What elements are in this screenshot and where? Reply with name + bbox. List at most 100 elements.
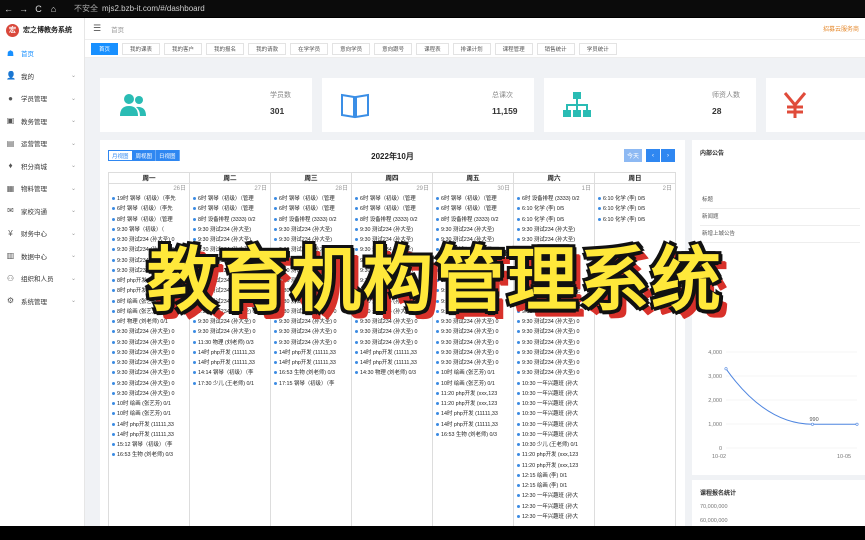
calendar-event[interactable]: 9:30 测试234 (孙大圣) 0 [352,327,432,337]
calendar-event[interactable]: 9:30 测试234 (孙大圣) [190,225,270,235]
sidebar-item[interactable]: ▣ 教务管理 ⌄ [0,110,84,133]
stat-card-lessons[interactable]: 总课次 11,159 [322,78,534,132]
calendar-event[interactable]: 11:30 物理 (刘老师) 0/3 [190,338,270,348]
calendar-event[interactable]: 10:30 少儿 (王老师) 0/1 [514,440,594,450]
calendar-event[interactable]: 9:30 测试234 (孙大圣) [271,225,351,235]
calendar-event[interactable]: 6时 设备排程 (3333) 0/2 [514,194,594,204]
calendar-event[interactable]: 10:30 一年兴趣班 (孙大 [514,420,594,430]
forward-icon[interactable]: → [19,4,28,14]
calendar-event[interactable]: 14时 php开发 (11111,33 [190,348,270,358]
calendar-event[interactable]: 8时 设备排程 (3333) 0/2 [271,215,351,225]
tab[interactable]: 在学学员 [290,42,329,55]
calendar-event[interactable]: 6时 钢琴（初级）（管理 [433,204,513,214]
calendar-event[interactable]: 9:30 测试234 (孙大圣) 0 [433,348,513,358]
calendar-event[interactable]: 10:30 一年兴趣班 (孙大 [514,430,594,440]
calendar-event[interactable]: 6时 钢琴（初级）（管理 [433,194,513,204]
calendar-event[interactable]: 15:12 钢琴（初级）（李 [109,440,189,450]
calendar-event[interactable]: 14时 php开发 (11111,33 [271,348,351,358]
sidebar-item[interactable]: ▥ 数据中心 ⌄ [0,245,84,268]
calendar-event[interactable]: 14时 php开发 (11111,33 [271,358,351,368]
calendar-event[interactable]: 11:20 php开发 (xxx,123 [514,450,594,460]
tab[interactable]: 学员统计 [578,42,617,55]
calendar-event[interactable]: 14时 php开发 (11111,33 [352,358,432,368]
calendar-event[interactable]: 9:30 测试234 (孙大圣) [514,225,594,235]
tab[interactable]: 我的客户 [164,42,203,55]
breadcrumb[interactable]: 首页 [111,24,124,34]
calendar-event[interactable]: 14时 php开发 (11111,33 [352,348,432,358]
calendar-event[interactable]: 12:30 一年兴趣班 (孙大 [514,512,594,522]
calendar-event[interactable]: 12:30 一年兴趣班 (孙大 [514,502,594,512]
calendar-event[interactable]: 16:53 生物 (刘老师) 0/3 [433,430,513,440]
calendar-event[interactable]: 9:30 测试234 (孙大圣) [433,225,513,235]
calendar-event[interactable]: 6:10 化学 (李) 0/5 [514,204,594,214]
calendar-event[interactable]: 9:30 测试234 (孙大圣) 0 [271,327,351,337]
calendar-event[interactable]: 8时 设备排程 (3333) 0/2 [352,215,432,225]
calendar-event[interactable]: 10时 绘画 (张艺芳) 0/1 [109,399,189,409]
tab[interactable]: 意向跟号 [374,42,413,55]
tab[interactable]: 我的请款 [248,42,287,55]
calendar-event[interactable]: 11:20 php开发 (xxx,123 [514,461,594,471]
tab[interactable]: 意向学员 [332,42,371,55]
user-link[interactable]: 招募云服务商 [823,24,859,33]
sidebar-item[interactable]: 👤 我的 ⌄ [0,65,84,88]
calendar-event[interactable]: 9:30 测试234 (孙大圣) 0 [109,368,189,378]
calendar-event[interactable]: 6时 钢琴（初级）（李先 [109,204,189,214]
calendar-event[interactable]: 9:30 测试234 (孙大圣) 0 [514,338,594,348]
tab[interactable]: 首页 [91,42,119,55]
menu-fold-icon[interactable]: ☰ [93,23,101,34]
back-icon[interactable]: ← [4,4,13,14]
calendar-event[interactable]: 9:30 测试234 (孙大圣) 0 [514,368,594,378]
calendar-event[interactable]: 16:53 生物 (刘老师) 0/3 [271,368,351,378]
calendar-event[interactable]: 10:30 一年兴趣班 (孙大 [514,399,594,409]
calendar-event[interactable]: 14:14 钢琴（初级）（李 [190,368,270,378]
tab[interactable]: 我的课表 [122,42,161,55]
calendar-event[interactable]: 8时 设备排程 (3333) 0/2 [433,215,513,225]
calendar-event[interactable]: 9:30 测试234 (孙大圣) 0 [109,379,189,389]
address-bar[interactable]: 不安全 mjs2.bzb-it.com/#/dashboard [74,3,205,14]
next-month-button[interactable]: › [661,149,675,162]
sidebar-item[interactable]: ⚙ 系统管理 ⌄ [0,290,84,313]
sidebar-item[interactable]: ● 学员管理 ⌄ [0,87,84,110]
sidebar-item[interactable]: ⚇ 组织和人员 ⌄ [0,267,84,290]
calendar-event[interactable]: 14时 php开发 (11111,33 [109,420,189,430]
calendar-event[interactable]: 14时 php开发 (11111,33 [433,409,513,419]
calendar-event[interactable]: 8时 设备排程 (3333) 0/2 [190,215,270,225]
prev-month-button[interactable]: ‹ [646,149,660,162]
home-icon[interactable]: ⌂ [49,4,58,14]
calendar-event[interactable]: 11:20 php开发 (xxx,123 [433,399,513,409]
tab[interactable]: 销售统计 [536,42,575,55]
calendar-event[interactable]: 9:30 测试234 (孙大圣) 0 [109,338,189,348]
calendar-event[interactable]: 6时 钢琴（初级）（管理 [352,194,432,204]
calendar-event[interactable]: 6:10 化学 (李) 0/5 [595,204,675,214]
sidebar-item[interactable]: ▦ 物料管理 ⌄ [0,177,84,200]
sidebar-item[interactable]: ✉ 家校沟通 ⌄ [0,200,84,223]
calendar-event[interactable]: 14:30 物理 (刘老师) 0/3 [352,368,432,378]
calendar-event[interactable]: 19时 钢琴（初级）（李先 [109,194,189,204]
stat-card-revenue[interactable] [766,78,865,132]
stat-card-teachers[interactable]: 师资人数 28 [544,78,756,132]
calendar-event[interactable]: 9:30 测试234 (孙大圣) [352,225,432,235]
reload-icon[interactable]: C [34,4,43,14]
calendar-event[interactable]: 11:20 php开发 (xxx,123 [433,389,513,399]
calendar-event[interactable]: 10时 绘画 (张艺芳) 0/1 [433,368,513,378]
calendar-event[interactable]: 10时 绘画 (张艺芳) 0/1 [109,409,189,419]
sidebar-item[interactable]: ♦ 积分商城 ⌄ [0,155,84,178]
calendar-event[interactable]: 10:30 一年兴趣班 (孙大 [514,379,594,389]
calendar-event[interactable]: 6时 钢琴（初级）（管理 [271,204,351,214]
calendar-event[interactable]: 6时 钢琴（初级）（管理 [352,204,432,214]
calendar-event[interactable]: 6时 钢琴（初级）（管理 [271,194,351,204]
calendar-event[interactable]: 9:30 钢琴（初级）（ [109,225,189,235]
calendar-event[interactable]: 9:30 测试234 (孙大圣) 0 [271,338,351,348]
calendar-event[interactable]: 9:30 测试234 (孙大圣) 0 [109,389,189,399]
calendar-event[interactable]: 9:30 测试234 (孙大圣) 0 [514,358,594,368]
calendar-event[interactable]: 12:15 绘画 (李) 0/1 [514,471,594,481]
calendar-event[interactable]: 10时 绘画 (张艺芳) 0/1 [433,379,513,389]
calendar-event[interactable]: 12:30 一年兴趣班 (孙大 [514,491,594,501]
calendar-event[interactable]: 10:30 一年兴趣班 (孙大 [514,409,594,419]
notice-item[interactable]: 新闻题 [700,209,860,226]
calendar-event[interactable]: 12:15 绘画 (李) 0/1 [514,481,594,491]
tab[interactable]: 课程管理 [494,42,533,55]
calendar-event[interactable]: 9:30 测试234 (孙大圣) 0 [514,348,594,358]
calendar-event[interactable]: 10:30 一年兴趣班 (孙大 [514,389,594,399]
calendar-event[interactable]: 14时 php开发 (11111,33 [433,420,513,430]
